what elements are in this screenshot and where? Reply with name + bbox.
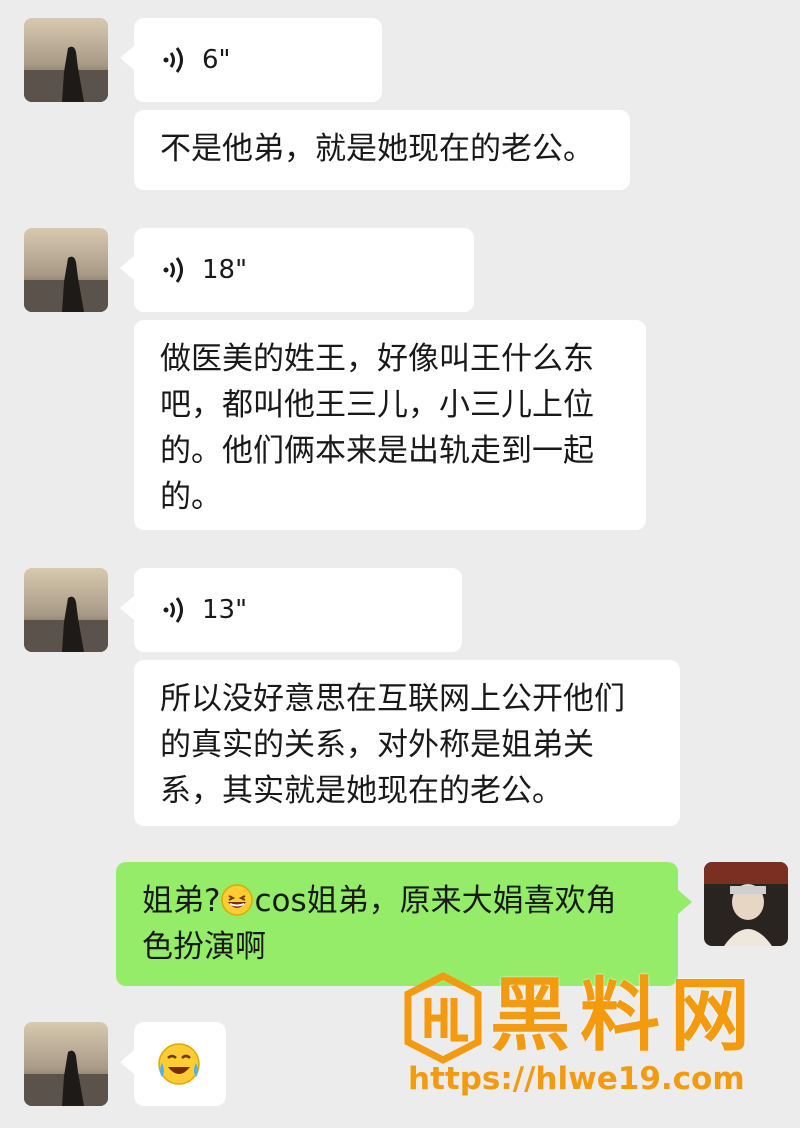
voice-duration: 6"	[202, 45, 231, 75]
crying-laughing-emoji-icon	[158, 1043, 200, 1085]
text-message-bubble[interactable]: 做医美的姓王，好像叫王什么东 吧，都叫他王三儿，小三儿上位 的。他们俩本来是出轨…	[134, 320, 646, 530]
message-line: 做医美的姓王，好像叫王什么东	[160, 341, 594, 377]
message-text: 不是他弟，就是她现在的老公。	[160, 131, 594, 167]
emoji-message-bubble[interactable]	[120, 1022, 226, 1106]
voice-duration: 13"	[202, 595, 248, 625]
watermark-title: 黑料网	[490, 969, 760, 1062]
message-line: 系，其实就是她现在的老公。	[160, 773, 563, 809]
message-text-part: 姐弟?	[142, 883, 221, 919]
message-line: 姐弟? cos姐弟，原来大娟喜欢角	[142, 878, 652, 924]
voice-wave-icon	[163, 597, 183, 623]
grinning-squint-emoji-icon	[221, 884, 254, 916]
message-line: 色扮演啊	[142, 929, 266, 965]
contact-avatar[interactable]	[24, 18, 108, 102]
voice-wave-icon	[163, 47, 183, 73]
voice-wave-icon	[163, 257, 183, 283]
message-line: 所以没好意思在互联网上公开他们	[160, 681, 625, 717]
message-line: 的。他们俩本来是出轨走到一起	[160, 433, 594, 469]
contact-avatar[interactable]	[24, 568, 108, 652]
message-text-part: cos姐弟，原来大娟喜欢角	[254, 883, 617, 919]
watermark-url: https://hlwe19.com	[408, 1061, 745, 1097]
contact-avatar[interactable]	[24, 1022, 108, 1106]
watermark-logo-icon	[404, 972, 482, 1064]
contact-avatar[interactable]	[24, 228, 108, 312]
voice-duration: 18"	[202, 255, 248, 285]
text-message-bubble[interactable]: 不是他弟，就是她现在的老公。	[134, 110, 630, 190]
message-line: 的。	[160, 479, 222, 515]
message-line: 的真实的关系，对外称是姐弟关	[160, 727, 594, 763]
self-avatar[interactable]	[704, 862, 788, 946]
voice-message-bubble[interactable]: 13"	[120, 568, 462, 652]
text-message-bubble[interactable]: 所以没好意思在互联网上公开他们 的真实的关系，对外称是姐弟关 系，其实就是她现在…	[134, 660, 680, 826]
voice-message-bubble[interactable]: 6"	[120, 18, 382, 102]
watermark: 黑料网 https://hlwe19.com	[404, 969, 784, 1102]
message-line: 吧，都叫他王三儿，小三儿上位	[160, 387, 594, 423]
voice-message-bubble[interactable]: 18"	[120, 228, 474, 312]
